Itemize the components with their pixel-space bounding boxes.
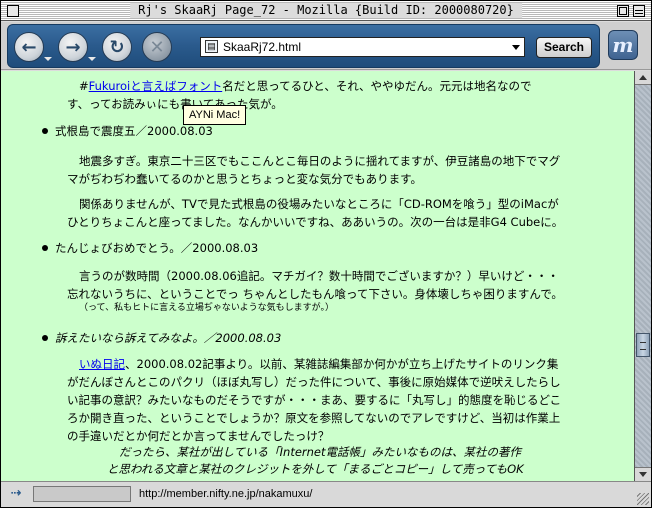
fukuroi-link[interactable]: Fukuroiと言えばフォント [89,79,223,93]
stop-icon: ✕ [149,36,165,58]
hash-mark: # [79,79,89,93]
zoom-box[interactable] [617,5,629,17]
search-button[interactable]: Search [536,37,592,58]
intro-line-1: #Fukuroiと言えばフォント名だと思ってるひと、それ、ややゆだん。元元は地名… [79,77,531,95]
window-title: Rj's SkaaRj Page_72 - Mozilla {Build ID:… [130,3,522,18]
url-history-dropdown-icon[interactable] [512,45,520,50]
forward-history-dropdown-icon[interactable] [88,57,96,61]
progress-meter [33,486,131,502]
forward-arrow-icon: → [65,36,81,58]
resize-grip-icon[interactable] [637,493,649,505]
reload-button[interactable]: ↻ [102,32,132,62]
bullet [42,335,48,341]
page-proxy-icon[interactable]: ▤ [205,40,218,53]
entry-text-span: 、2000.08.02記事より。以前、某雑誌編集部か何かが立ち上げたサイトのリン… [125,357,559,371]
tooltip: AYNi Mac! [183,105,247,125]
entry-text: いぬ日記、2000.08.02記事より。以前、某雑誌編集部か何かが立ち上げたサイ… [79,355,558,373]
entry-text: ひとりちょこんと座ってました。なんかいいですね、ああいうの。次の一台は是非G4 … [67,215,564,229]
entry-heading: たんじょびおめでとう。／2000.08.03 [55,241,259,255]
quote-text: だったら、某社が出している「Internet電話帳」みたいなものは、某社の著作 [119,445,522,459]
page-content: #Fukuroiと言えばフォント名だと思ってるひと、それ、ややゆだん。元元は地名… [1,71,634,481]
inu-nikki-link[interactable]: いぬ日記 [79,357,125,371]
entry-text: がだんぼさんとこのパクリ（ほぼ丸写し）だった件について、事後に原始媒体で逆吠えし… [67,375,561,389]
back-button[interactable]: ← [14,32,44,62]
status-bar: ⇢ http://member.nifty.ne.jp/nakamuxu/ [1,481,651,507]
url-field[interactable]: ▤ SkaaRj72.html [200,37,525,57]
navigation-toolbar: ← → ↻ ✕ ▤ SkaaRj72.html Search m [1,22,651,70]
title-bar[interactable]: Rj's SkaaRj Page_72 - Mozilla {Build ID:… [1,1,651,21]
toolbar-panel: ← → ↻ ✕ ▤ SkaaRj72.html Search [7,24,600,68]
close-box[interactable] [7,5,19,17]
entry-text: 忘れないうちに、ということでっ ちゃんとしたもん喰って下さい。身体壊しちゃ困りま… [67,287,563,301]
entry-text: い記事の意訳？みたいなものだそうですが・・・まあ、要するに「丸写し」的態度を恥じ… [67,393,562,407]
scroll-down-arrow-icon[interactable] [635,467,651,481]
entry-note: （って、私もヒトに言える立場ぢゃないような気もしますが。） [79,303,334,313]
bullet [42,245,48,251]
entry-text: マがぢわぢわ蠢いてるのかと思うとちょっと変な気分でもあります。 [67,172,423,186]
entry-heading: 訴えたいなら訴えてみなよ。／2000.08.03 [55,329,281,347]
entry-text: ろか開き直った、ということでしょうか？原文を参照してないのでアレですけど、当初は… [67,411,561,425]
entry-text: 関係ありませんが、TVで見た式根島の役場みたいなところに「CD-ROMを喰う」型… [79,197,559,211]
scroll-thumb[interactable] [636,333,650,357]
status-text: http://member.nifty.ne.jp/nakamuxu/ [139,488,313,500]
intro-text: 名だと思ってるひと、それ、ややゆだん。元元は地名なので [222,79,532,93]
stop-button[interactable]: ✕ [142,32,172,62]
quote-text: と思われる文章と某社のクレジットを外して「まるごとコピー」して売ってもOK [107,462,524,476]
intro-line-2: す、ってお読みぃにも書いてあった気が。 [67,97,283,111]
connection-icon[interactable]: ⇢ [5,486,27,502]
collapse-box[interactable] [633,5,645,17]
back-arrow-icon: ← [21,36,37,58]
mozilla-logo-button[interactable]: m [608,30,638,60]
forward-button[interactable]: → [58,32,88,62]
entry-text: 地震多すぎ。東京二十三区でもここんとこ毎日のように揺れてますが、伊豆諸島の地下で… [79,154,561,168]
scroll-up-arrow-icon[interactable] [635,71,651,85]
vertical-scrollbar[interactable] [634,71,651,481]
bullet [42,128,48,134]
url-text: SkaaRj72.html [223,40,302,54]
entry-text: 言うのが数時間（2000.08.06追記。マチガイ？数十時間でございますか？）早… [79,269,559,283]
browser-window: Rj's SkaaRj Page_72 - Mozilla {Build ID:… [0,0,652,508]
heading-text: 訴えたいなら訴えてみなよ。／2000.08.03 [55,331,282,345]
reload-icon: ↻ [109,36,125,58]
back-history-dropdown-icon[interactable] [44,57,52,61]
